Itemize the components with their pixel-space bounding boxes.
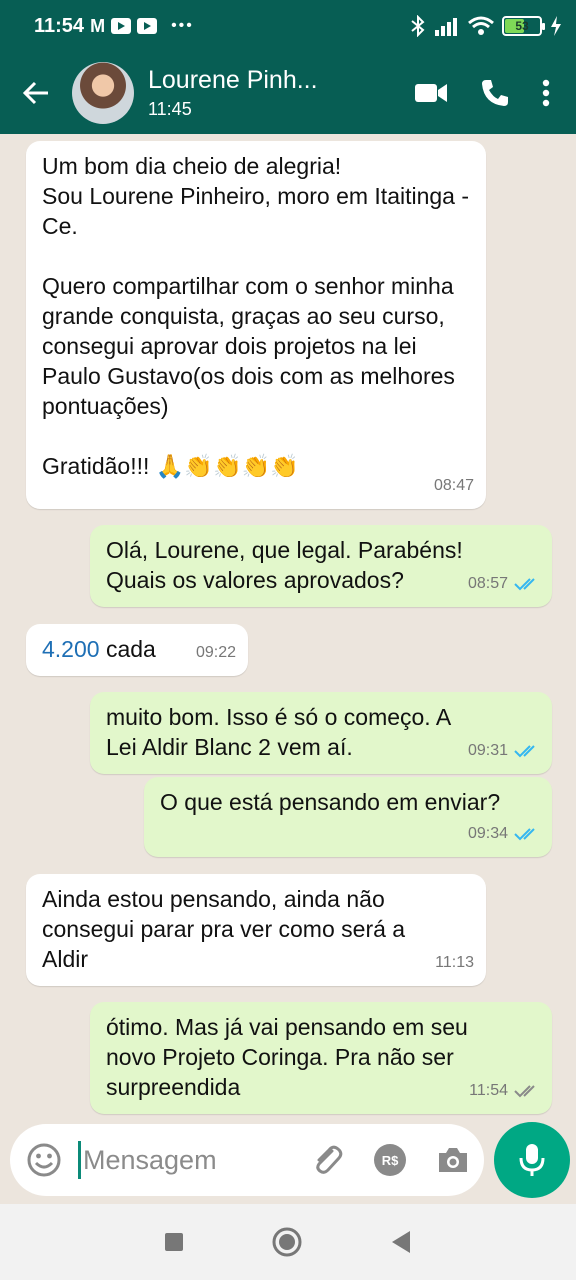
signal-icon — [435, 18, 457, 36]
back-nav-icon[interactable] — [390, 1230, 412, 1254]
gmail-icon: M — [90, 15, 106, 36]
camera-icon[interactable] — [436, 1145, 470, 1175]
chat-area[interactable]: Um bom dia cheio de alegria! Sou Lourene… — [0, 134, 576, 1124]
arrow-left-icon — [22, 81, 48, 105]
message-time: 08:47 — [433, 477, 474, 494]
text-caret — [78, 1141, 81, 1179]
message-text: O que está pensando em enviar? — [160, 789, 501, 815]
message-time: 09:22 — [195, 644, 236, 661]
contact-info[interactable]: Lourene Pinh... 11:45 — [148, 66, 414, 120]
youtube-icon — [111, 18, 132, 34]
message-time: 11:13 — [435, 954, 474, 971]
message-text: Um bom dia cheio de alegria! Sou Lourene… — [42, 153, 470, 479]
status-bar: 11:54 M ••• 53 — [0, 0, 576, 52]
charging-icon — [551, 16, 561, 36]
chat-header: Lourene Pinh... 11:45 — [0, 52, 576, 134]
message-time: 08:57 — [467, 575, 508, 592]
message-incoming[interactable]: Um bom dia cheio de alegria! Sou Lourene… — [26, 141, 486, 509]
system-nav-bar — [0, 1204, 576, 1280]
avatar[interactable] — [72, 62, 134, 124]
more-options-icon[interactable] — [542, 79, 550, 107]
double-check-read-icon — [514, 578, 535, 591]
double-check-delivered-icon — [514, 1085, 535, 1098]
message-input[interactable] — [83, 1144, 283, 1176]
bluetooth-icon — [411, 15, 425, 37]
contact-name: Lourene Pinh... — [148, 66, 318, 94]
message-outgoing[interactable]: O que está pensando em enviar? 09:34 — [144, 777, 552, 857]
microphone-icon — [519, 1144, 545, 1176]
double-check-read-icon — [514, 828, 535, 841]
attach-icon[interactable] — [310, 1143, 344, 1177]
phone-icon[interactable] — [480, 78, 510, 108]
battery-indicator: 53 — [502, 16, 545, 36]
youtube-icon — [137, 18, 158, 34]
recents-icon[interactable] — [164, 1232, 184, 1252]
home-icon[interactable] — [272, 1227, 302, 1257]
amount-link[interactable]: 4.200 — [42, 636, 100, 662]
message-text: Ainda estou pensando, ainda não consegui… — [42, 886, 406, 972]
status-time: 11:54 — [34, 14, 85, 37]
message-outgoing[interactable]: muito bom. Isso é só o começo. A Lei Ald… — [90, 692, 552, 774]
wifi-icon — [468, 16, 494, 35]
more-notifications-icon: ••• — [171, 17, 194, 34]
message-incoming[interactable]: 4.200 cada 09:22 — [26, 624, 248, 676]
payment-button[interactable]: R$ — [374, 1144, 406, 1176]
emoji-icon — [27, 1143, 61, 1177]
back-button[interactable] — [0, 79, 72, 107]
last-seen: 11:45 — [148, 99, 192, 119]
message-time: 09:31 — [467, 742, 508, 759]
message-outgoing[interactable]: Olá, Lourene, que legal. Parabéns! Quais… — [90, 525, 552, 607]
voice-message-button[interactable] — [494, 1122, 570, 1198]
message-text: cada — [99, 636, 156, 662]
message-composer: R$ — [10, 1124, 484, 1196]
double-check-read-icon — [514, 745, 535, 758]
message-outgoing[interactable]: ótimo. Mas já vai pensando em seu novo P… — [90, 1002, 552, 1114]
message-incoming[interactable]: Ainda estou pensando, ainda não consegui… — [26, 874, 486, 986]
message-time: 09:34 — [467, 825, 508, 842]
video-call-icon[interactable] — [414, 81, 448, 105]
emoji-button[interactable] — [24, 1140, 64, 1180]
message-time: 11:54 — [469, 1082, 508, 1099]
